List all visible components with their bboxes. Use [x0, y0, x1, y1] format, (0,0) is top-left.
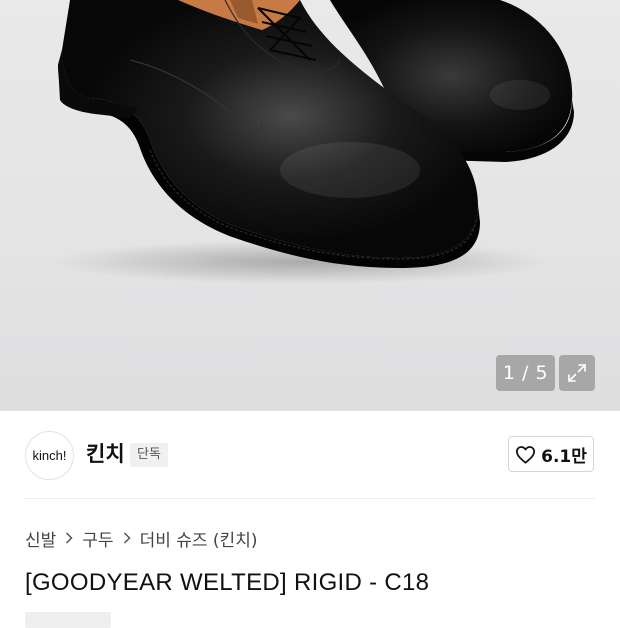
breadcrumb-item-derby[interactable]: 더비 슈즈 (킨치)	[140, 526, 258, 551]
product-tag	[25, 612, 111, 628]
breadcrumb-item-shoes[interactable]: 신발	[25, 526, 56, 551]
product-image-viewer[interactable]: 1 / 5	[0, 0, 620, 411]
image-counter: 1 / 5	[496, 355, 555, 391]
chevron-right-icon	[123, 532, 131, 544]
fullscreen-button[interactable]	[559, 355, 595, 391]
breadcrumb: 신발 구두 더비 슈즈 (킨치)	[25, 525, 257, 551]
exclusive-badge: 단독	[130, 443, 168, 467]
brand-name-link[interactable]: 킨치	[86, 440, 125, 468]
divider	[25, 498, 595, 499]
brand-row: kinch! 킨치 단독 6.1만	[0, 411, 620, 498]
product-title: [GOODYEAR WELTED] RIGID - C18	[25, 569, 430, 596]
product-image	[50, 0, 574, 284]
like-count: 6.1만	[541, 446, 587, 467]
breadcrumb-item-dress-shoes[interactable]: 구두	[82, 526, 113, 551]
like-button[interactable]: 6.1만	[508, 436, 594, 472]
brand-logo-text: kinch!	[32, 448, 67, 463]
expand-icon	[568, 364, 586, 382]
brand-logo[interactable]: kinch!	[25, 431, 74, 480]
chevron-right-icon	[65, 532, 73, 544]
heart-icon	[516, 445, 536, 464]
